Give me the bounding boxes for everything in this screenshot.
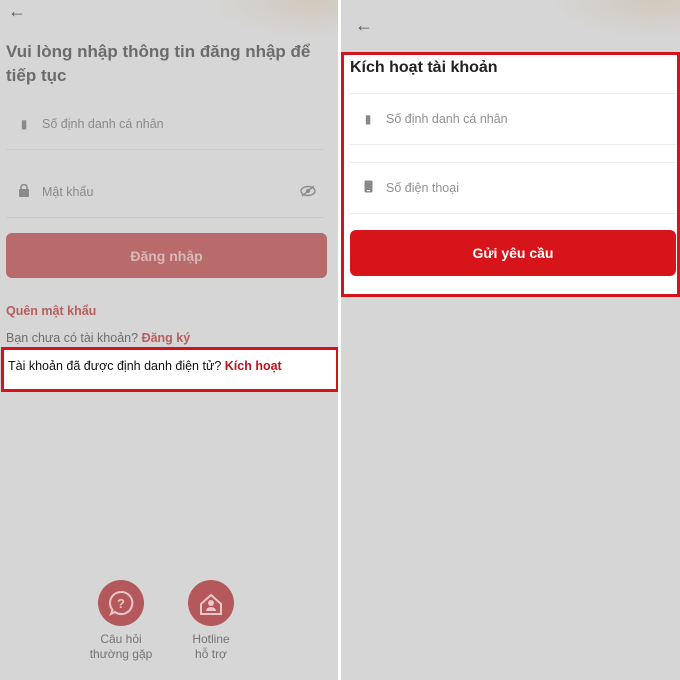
activate-account-row: Tài khoản đã được định danh điện tử? Kíc…: [1, 347, 339, 392]
register-prompt: Bạn chưa có tài khoản?: [6, 331, 139, 345]
register-link[interactable]: Đăng ký: [142, 331, 191, 345]
activation-card: Kích hoạt tài khoản ▮ Số định danh cá nh…: [341, 52, 680, 297]
question-bubble-icon: ?: [98, 580, 144, 626]
register-row: Bạn chưa có tài khoản? Đăng ký: [6, 331, 190, 345]
id-number-field[interactable]: ▮ Số định danh cá nhân: [350, 93, 676, 145]
id-number-placeholder: Số định danh cá nhân: [42, 116, 164, 131]
id-card-icon: ▮: [20, 116, 28, 131]
id-card-icon: ▮: [364, 112, 372, 126]
header-decoration: [550, 0, 680, 40]
phone-number-field[interactable]: Số điện thoại: [350, 162, 676, 214]
password-field[interactable]: Mật khẩu: [6, 166, 324, 218]
faq-label-line2: thường gặp: [89, 647, 153, 661]
activation-screen: ← Kích hoạt tài khoản ▮ Số định danh cá …: [341, 0, 680, 680]
send-request-button[interactable]: Gửi yêu cầu: [350, 230, 676, 276]
hotline-help-item[interactable]: Hotline hỗ trợ: [166, 580, 256, 662]
lock-icon: [12, 183, 36, 200]
activate-link[interactable]: Kích hoạt: [225, 359, 282, 373]
header-decoration: [208, 0, 338, 40]
id-number-placeholder: Số định danh cá nhân: [386, 112, 508, 126]
login-screen: ← Vui lòng nhập thông tin đăng nhập để t…: [0, 0, 338, 680]
forgot-password-link[interactable]: Quên mật khẩu: [6, 304, 96, 318]
login-button[interactable]: Đăng nhập: [6, 233, 327, 278]
hotline-label-line1: Hotline: [192, 632, 230, 646]
hotline-label-line2: hỗ trợ: [195, 647, 227, 661]
phone-icon: [356, 180, 380, 196]
page-title: Vui lòng nhập thông tin đăng nhập để tiế…: [6, 42, 311, 85]
password-placeholder: Mật khẩu: [42, 184, 94, 199]
svg-text:?: ?: [117, 596, 125, 611]
id-number-field[interactable]: ▮ Số định danh cá nhân: [6, 98, 324, 150]
activate-prompt: Tài khoản đã được định danh điện tử?: [8, 359, 222, 373]
eye-off-icon[interactable]: [300, 184, 316, 200]
phone-number-placeholder: Số điện thoại: [386, 181, 459, 195]
back-arrow-icon[interactable]: ←: [355, 16, 373, 34]
faq-help-item[interactable]: ? Câu hỏi thường gặp: [76, 580, 166, 662]
back-arrow-icon[interactable]: ←: [8, 2, 26, 20]
activation-title: Kích hoạt tài khoản: [350, 59, 498, 76]
faq-label-line1: Câu hỏi: [100, 632, 142, 646]
hotline-icon: [188, 580, 234, 626]
